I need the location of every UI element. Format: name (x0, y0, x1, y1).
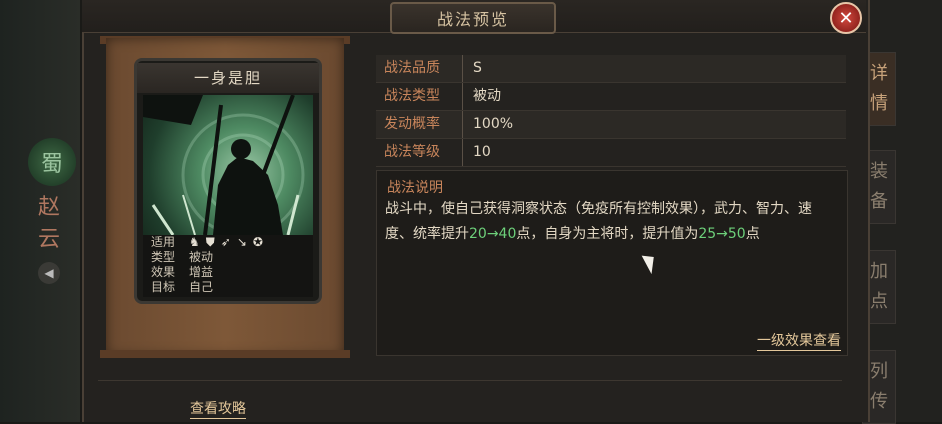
target-value: 自己 (189, 280, 214, 294)
attribute-label: 战法品质 (376, 55, 463, 82)
description-part: 点，自身为主将时，提升值为 (516, 226, 699, 242)
bow-icon: ➶ (220, 235, 231, 249)
description-part: 点 (745, 226, 760, 242)
view-guide-link[interactable]: 查看攻略 (190, 400, 246, 419)
faction-label: 蜀 (40, 152, 63, 177)
description-text: 战斗中，使自己获得洞察状态（免疫所有控制效果），武力、智力、速度、统率提升20→… (385, 197, 837, 247)
description-title: 战法说明 (387, 180, 443, 196)
attribute-row: 战法类型 被动 (376, 83, 846, 111)
troop-type-icons: ♞ ⛊ ➶ ↘ ✪ (183, 235, 263, 250)
scroll-rod-bottom (100, 350, 350, 358)
attribute-value: 100% (473, 116, 514, 132)
skill-card-properties: 适用 ♞ ⛊ ➶ ↘ ✪ 类型 被动 效果 增益 目标 自己 (143, 235, 313, 297)
shield-icon: ⛊ (205, 235, 215, 249)
effect-label: 效果 (150, 265, 175, 279)
speaker-icon[interactable]: ◀ (38, 262, 60, 284)
level-one-effect-link[interactable]: 一级效果查看 (757, 332, 841, 351)
warrior-silhouette (143, 95, 305, 235)
highlight-value: 20→40 (469, 226, 517, 242)
spear-icon: ↘ (236, 235, 247, 249)
attribute-label: 战法等级 (376, 139, 463, 166)
attribute-label: 发动概率 (376, 111, 463, 138)
effect-value: 增益 (189, 265, 214, 279)
faction-emblem: 蜀 (28, 138, 76, 186)
attribute-value: 10 (473, 144, 491, 160)
cavalry-icon: ♞ (189, 235, 200, 249)
attribute-row: 战法等级 10 (376, 139, 846, 167)
skill-attributes-table: 战法品质 S 战法类型 被动 发动概率 100% 战法等级 10 (376, 55, 846, 167)
attribute-value: 被动 (473, 88, 501, 104)
type-label: 类型 (150, 250, 175, 264)
skill-artwork (143, 95, 313, 235)
applicable-label: 适用 (150, 235, 175, 249)
attribute-value: S (473, 60, 482, 76)
close-icon: ✕ (838, 7, 854, 29)
skill-description-box: 战法说明 战斗中，使自己获得洞察状态（免疫所有控制效果），武力、智力、速度、统率… (376, 170, 848, 356)
close-button[interactable]: ✕ (830, 2, 862, 34)
footer-divider (98, 380, 842, 381)
type-value: 被动 (189, 250, 214, 264)
skill-name: 一身是胆 (137, 63, 319, 93)
attribute-row: 发动概率 100% (376, 111, 846, 139)
skill-card: 一身是胆 适用 ♞ ⛊ ➶ ↘ ✪ 类型 被动 效果 增益 目标 自己 (134, 58, 322, 304)
attribute-row: 战法品质 S (376, 55, 846, 83)
hero-name: 赵云 (37, 195, 60, 252)
wheel-icon: ✪ (252, 235, 263, 249)
target-label: 目标 (150, 280, 175, 294)
highlight-value: 25→50 (698, 226, 746, 242)
dialog-title: 战法预览 (390, 2, 556, 34)
attribute-label: 战法类型 (376, 83, 463, 110)
